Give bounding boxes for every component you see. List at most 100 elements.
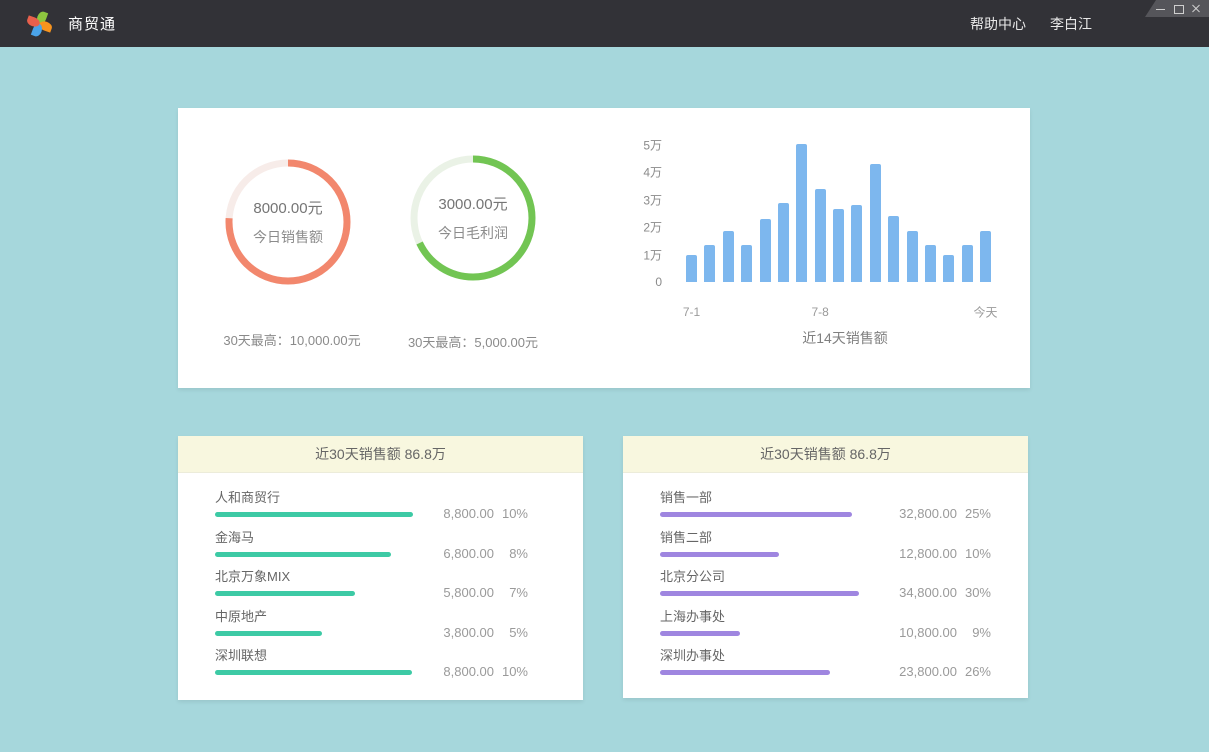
customer-rank-list: 人和商贸行8,800.0010%金海马6,800.008%北京万象MIX5,80… bbox=[178, 473, 583, 688]
row-progress-bar bbox=[660, 552, 779, 557]
app-title: 商贸通 bbox=[68, 13, 116, 34]
bar-chart-title: 近14天销售额 bbox=[715, 328, 975, 348]
today-profit-donut-chart: 3000.00元 今日毛利润 bbox=[406, 151, 540, 285]
maximize-icon[interactable] bbox=[1174, 4, 1183, 13]
app-logo-icon bbox=[27, 11, 53, 37]
x-tick-label: 7-1 bbox=[683, 305, 700, 319]
row-values: 6,800.008% bbox=[422, 546, 528, 561]
y-tick-label: 4万 bbox=[622, 164, 662, 181]
row-amount: 8,800.00 bbox=[422, 664, 494, 679]
today-profit-value: 3000.00元 bbox=[438, 193, 507, 214]
row-values: 10,800.009% bbox=[885, 625, 991, 640]
rank-list-row: 北京万象MIX5,800.007% bbox=[215, 569, 583, 609]
row-amount: 8,800.00 bbox=[422, 506, 494, 521]
daily-sales-bar bbox=[907, 231, 918, 282]
row-label: 北京分公司 bbox=[660, 569, 1028, 585]
bar-chart-x-axis: 7-17-8今天 bbox=[686, 305, 991, 319]
daily-sales-bar bbox=[980, 231, 991, 282]
row-progress-bar bbox=[215, 631, 322, 636]
row-label: 北京万象MIX bbox=[215, 569, 583, 585]
row-values: 8,800.0010% bbox=[422, 506, 528, 521]
x-tick-label: 今天 bbox=[973, 304, 997, 321]
row-percent: 10% bbox=[957, 546, 991, 561]
y-tick-label: 3万 bbox=[622, 191, 662, 208]
profit-30day-max: 30天最高：5,000.00元 bbox=[359, 332, 587, 351]
row-percent: 10% bbox=[494, 664, 528, 679]
close-icon[interactable] bbox=[1192, 4, 1201, 13]
minimize-icon[interactable] bbox=[1156, 4, 1165, 13]
today-sales-label: 今日销售额 bbox=[253, 227, 323, 247]
help-center-link[interactable]: 帮助中心 bbox=[970, 14, 1026, 34]
daily-sales-bar bbox=[851, 205, 862, 282]
row-progress-bar bbox=[660, 631, 740, 636]
rank-list-row: 北京分公司34,800.0030% bbox=[660, 569, 1028, 609]
sales-14day-bar-chart bbox=[686, 142, 991, 282]
row-amount: 12,800.00 bbox=[885, 546, 957, 561]
rank-list-row: 上海办事处10,800.009% bbox=[660, 609, 1028, 649]
row-progress-bar bbox=[215, 670, 412, 675]
row-progress-bar bbox=[215, 512, 413, 517]
today-sales-donut-chart: 8000.00元 今日销售额 bbox=[221, 155, 355, 289]
row-percent: 8% bbox=[494, 546, 528, 561]
row-label: 金海马 bbox=[215, 530, 583, 546]
row-amount: 10,800.00 bbox=[885, 625, 957, 640]
rank-list-row: 金海马6,800.008% bbox=[215, 530, 583, 570]
daily-sales-bar bbox=[925, 245, 936, 282]
daily-sales-bar bbox=[962, 245, 973, 282]
row-percent: 7% bbox=[494, 585, 528, 600]
row-amount: 3,800.00 bbox=[422, 625, 494, 640]
row-amount: 5,800.00 bbox=[422, 585, 494, 600]
donut-center-text: 3000.00元 今日毛利润 bbox=[406, 151, 540, 285]
row-percent: 5% bbox=[494, 625, 528, 640]
daily-sales-bar bbox=[796, 144, 807, 282]
row-label: 深圳办事处 bbox=[660, 648, 1028, 664]
x-tick-label: 7-8 bbox=[811, 305, 828, 319]
rank-list-row: 人和商贸行8,800.0010% bbox=[215, 490, 583, 530]
rank-list-row: 深圳联想8,800.0010% bbox=[215, 648, 583, 688]
row-percent: 26% bbox=[957, 664, 991, 679]
daily-sales-bar bbox=[741, 245, 752, 282]
y-tick-label: 0 bbox=[622, 275, 662, 289]
row-percent: 9% bbox=[957, 625, 991, 640]
row-amount: 32,800.00 bbox=[885, 506, 957, 521]
daily-sales-bar bbox=[943, 255, 954, 282]
daily-sales-bar bbox=[778, 203, 789, 283]
row-values: 8,800.0010% bbox=[422, 664, 528, 679]
row-amount: 23,800.00 bbox=[885, 664, 957, 679]
row-label: 上海办事处 bbox=[660, 609, 1028, 625]
today-sales-value: 8000.00元 bbox=[253, 197, 322, 218]
row-values: 5,800.007% bbox=[422, 585, 528, 600]
titlebar-menu: 帮助中心 李白江 bbox=[970, 14, 1092, 34]
rank-list-row: 销售二部12,800.0010% bbox=[660, 530, 1028, 570]
daily-sales-bar bbox=[815, 189, 826, 282]
daily-sales-bar bbox=[760, 219, 771, 282]
row-label: 深圳联想 bbox=[215, 648, 583, 664]
y-tick-label: 1万 bbox=[622, 246, 662, 263]
rank-list-row: 中原地产3,800.005% bbox=[215, 609, 583, 649]
daily-sales-bar bbox=[723, 231, 734, 282]
row-progress-bar bbox=[660, 670, 830, 675]
y-tick-label: 5万 bbox=[622, 137, 662, 154]
row-label: 中原地产 bbox=[215, 609, 583, 625]
department-card-title: 近30天销售额 86.8万 bbox=[623, 436, 1028, 473]
row-values: 3,800.005% bbox=[422, 625, 528, 640]
row-values: 32,800.0025% bbox=[885, 506, 991, 521]
row-label: 人和商贸行 bbox=[215, 490, 583, 506]
customer-sales-card: 近30天销售额 86.8万 人和商贸行8,800.0010%金海马6,800.0… bbox=[178, 436, 583, 700]
row-progress-bar bbox=[215, 552, 391, 557]
rank-list-row: 深圳办事处23,800.0026% bbox=[660, 648, 1028, 688]
department-rank-list: 销售一部32,800.0025% 销售二部12,800.0010%北京分公司34,… bbox=[623, 473, 1028, 688]
row-percent: 10% bbox=[494, 506, 528, 521]
row-label: 销售一部 bbox=[660, 490, 1028, 506]
daily-sales-bar bbox=[704, 245, 715, 282]
row-amount: 6,800.00 bbox=[422, 546, 494, 561]
daily-sales-bar bbox=[870, 164, 881, 282]
daily-sales-bar bbox=[888, 216, 899, 282]
y-tick-label: 2万 bbox=[622, 219, 662, 236]
today-stats-card: 8000.00元 今日销售额 30天最高：10,000.00元 3000.00元… bbox=[178, 108, 1030, 388]
customer-card-title: 近30天销售额 86.8万 bbox=[178, 436, 583, 473]
row-progress-bar bbox=[215, 591, 355, 596]
department-sales-card: 近30天销售额 86.8万 销售一部32,800.0025% 销售二部12,800… bbox=[623, 436, 1028, 698]
user-name-menu[interactable]: 李白江 bbox=[1050, 14, 1092, 34]
titlebar: 商贸通 帮助中心 李白江 bbox=[0, 0, 1209, 47]
